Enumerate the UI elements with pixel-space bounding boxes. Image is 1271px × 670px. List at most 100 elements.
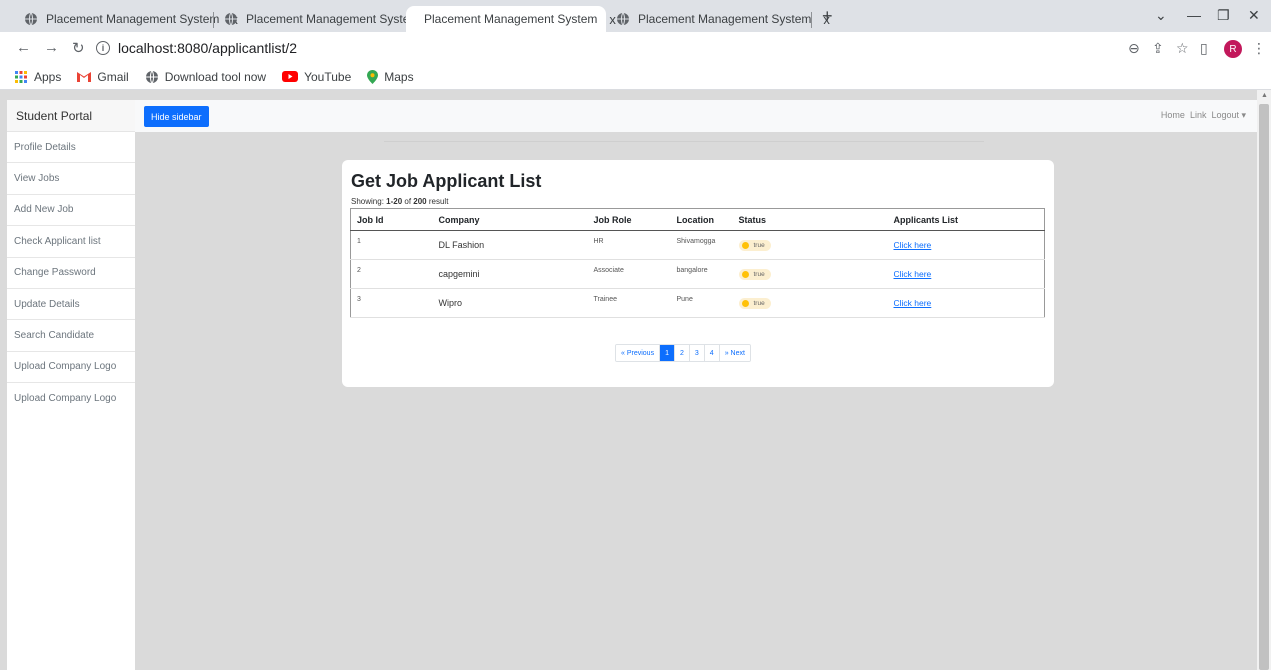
- pagination-next[interactable]: » Next: [719, 345, 750, 361]
- window-close-icon[interactable]: ✕: [1248, 7, 1260, 24]
- click-here-link[interactable]: Click here: [894, 298, 932, 308]
- sidebar-item-upload-company-logo-2[interactable]: Upload Company Logo: [7, 383, 135, 414]
- cell-status: true: [732, 288, 888, 318]
- column-header-job-id: Job Id: [350, 208, 433, 231]
- showing-suffix: result: [426, 197, 449, 206]
- browser-toolbar: ← → ↻ i localhost:8080/applicantlist/2 ⊖…: [0, 32, 1271, 64]
- tab-strip: Placement Management System x Placement …: [0, 0, 1271, 32]
- bookmarks-bar: Apps Gmail Download tool now YouTube Map…: [0, 64, 1271, 90]
- gmail-icon: [77, 71, 92, 82]
- cell-job-role: Associate: [587, 259, 671, 289]
- reload-icon[interactable]: ↻: [72, 39, 85, 57]
- click-here-link[interactable]: Click here: [894, 240, 932, 250]
- cell-company: DL Fashion: [432, 230, 588, 260]
- cell-applicants-list: Click here: [887, 288, 1045, 318]
- bookmark-label: Maps: [384, 69, 414, 84]
- divider: [384, 141, 984, 142]
- sidebar-item-view-jobs[interactable]: View Jobs: [7, 163, 135, 195]
- cell-company: capgemini: [432, 259, 588, 289]
- column-header-status: Status: [732, 208, 888, 231]
- sidebar-item-upload-company-logo[interactable]: Upload Company Logo: [7, 352, 135, 384]
- sidebar-item-add-new-job[interactable]: Add New Job: [7, 195, 135, 227]
- column-header-location: Location: [670, 208, 733, 231]
- jobs-table: Job Id Company Job Role Location Status …: [350, 208, 1045, 318]
- new-tab-button[interactable]: +: [822, 6, 833, 27]
- youtube-icon: [282, 71, 299, 82]
- bookmark-maps[interactable]: Maps: [367, 69, 414, 84]
- side-panel-icon[interactable]: ▯: [1200, 40, 1208, 57]
- click-here-link[interactable]: Click here: [894, 269, 932, 279]
- address-bar[interactable]: i localhost:8080/applicantlist/2: [96, 35, 1096, 61]
- cell-status: true: [732, 259, 888, 289]
- cell-location: Pune: [670, 288, 733, 318]
- cell-job-id: 3: [350, 288, 433, 318]
- sidebar-item-change-password[interactable]: Change Password: [7, 258, 135, 289]
- pagination-previous[interactable]: « Previous: [616, 345, 661, 361]
- bookmark-youtube[interactable]: YouTube: [282, 70, 351, 84]
- cell-applicants-list: Click here: [887, 259, 1045, 289]
- status-text: true: [753, 299, 765, 307]
- status-dot: [741, 299, 749, 307]
- pagination-page-3[interactable]: 3: [689, 345, 705, 361]
- showing-total: 200: [413, 197, 427, 206]
- column-header-job-role: Job Role: [587, 208, 671, 231]
- share-icon[interactable]: ⇪: [1152, 40, 1164, 57]
- bookmark-apps[interactable]: Apps: [14, 70, 61, 84]
- nav-home-link[interactable]: Home: [1161, 110, 1185, 121]
- tab-search-chevron-icon[interactable]: ⌄: [1155, 7, 1167, 24]
- cell-job-id: 2: [350, 259, 433, 289]
- table-row: 2 capgemini Associate bangalore true Cli…: [350, 259, 1045, 289]
- page-title: Get Job Applicant List: [351, 171, 542, 191]
- zoom-icon[interactable]: ⊖: [1128, 40, 1140, 57]
- menu-kebab-icon[interactable]: ⋮: [1252, 40, 1266, 57]
- cell-job-role: HR: [587, 230, 671, 260]
- nav-link[interactable]: Link: [1190, 110, 1207, 121]
- bookmark-label: YouTube: [304, 69, 352, 84]
- tab-title: Placement Management System: [246, 12, 420, 26]
- info-icon[interactable]: i: [96, 41, 110, 55]
- sidebar-item-check-applicant-list[interactable]: Check Applicant list: [7, 226, 135, 258]
- globe-icon: [145, 70, 159, 84]
- bookmark-label: Download tool now: [164, 69, 267, 84]
- scrollbar-thumb[interactable]: [1259, 104, 1269, 670]
- minimize-icon[interactable]: —: [1187, 7, 1201, 23]
- browser-tab-3-active[interactable]: Placement Management System x: [406, 6, 616, 32]
- restore-icon[interactable]: ❐: [1217, 7, 1230, 24]
- sidebar-item-profile-details[interactable]: Profile Details: [7, 132, 135, 164]
- apps-grid-icon: [14, 70, 28, 84]
- pagination-page-2[interactable]: 2: [674, 345, 690, 361]
- bookmark-gmail[interactable]: Gmail: [77, 70, 129, 84]
- status-badge: true: [738, 268, 771, 280]
- bookmark-star-icon[interactable]: ☆: [1176, 40, 1189, 57]
- logout-dropdown[interactable]: Logout ▾: [1211, 110, 1246, 121]
- sidebar-title: Student Portal: [7, 100, 135, 132]
- status-dot: [741, 270, 749, 278]
- browser-tab-4[interactable]: Placement Management System x: [606, 6, 840, 32]
- pagination-page-1[interactable]: 1: [660, 345, 675, 361]
- status-text: true: [753, 241, 765, 249]
- pagination: « Previous 1 2 3 4 » Next: [615, 344, 751, 362]
- tab-title: Placement Management System: [424, 12, 598, 26]
- page-viewport: Student Portal Profile Details View Jobs…: [0, 90, 1257, 670]
- cell-job-role: Trainee: [587, 288, 671, 318]
- cell-job-id: 1: [350, 230, 433, 260]
- column-header-company: Company: [432, 208, 588, 231]
- table-header-row: Job Id Company Job Role Location Status …: [350, 208, 1045, 231]
- showing-range: 1-20: [386, 197, 403, 206]
- bookmark-download-tool[interactable]: Download tool now: [145, 70, 266, 84]
- forward-arrow-icon[interactable]: →: [44, 39, 59, 56]
- globe-icon: [225, 12, 237, 26]
- scroll-up-arrow-icon[interactable]: ▲: [1261, 92, 1268, 99]
- tab-title: Placement Management System: [638, 12, 812, 26]
- profile-avatar[interactable]: R: [1224, 40, 1242, 58]
- maps-icon: [367, 69, 379, 84]
- pagination-page-4[interactable]: 4: [704, 345, 720, 361]
- top-nav-links: Home Link Logout ▾: [1161, 110, 1246, 121]
- bookmark-label: Apps: [34, 69, 62, 84]
- url-text: localhost:8080/applicantlist/2: [118, 40, 298, 56]
- hide-sidebar-button[interactable]: Hide sidebar: [144, 106, 209, 127]
- cell-status: true: [732, 230, 888, 260]
- sidebar-item-search-candidate[interactable]: Search Candidate: [7, 320, 135, 352]
- back-arrow-icon[interactable]: ←: [16, 39, 31, 56]
- sidebar-item-update-details[interactable]: Update Details: [7, 289, 135, 321]
